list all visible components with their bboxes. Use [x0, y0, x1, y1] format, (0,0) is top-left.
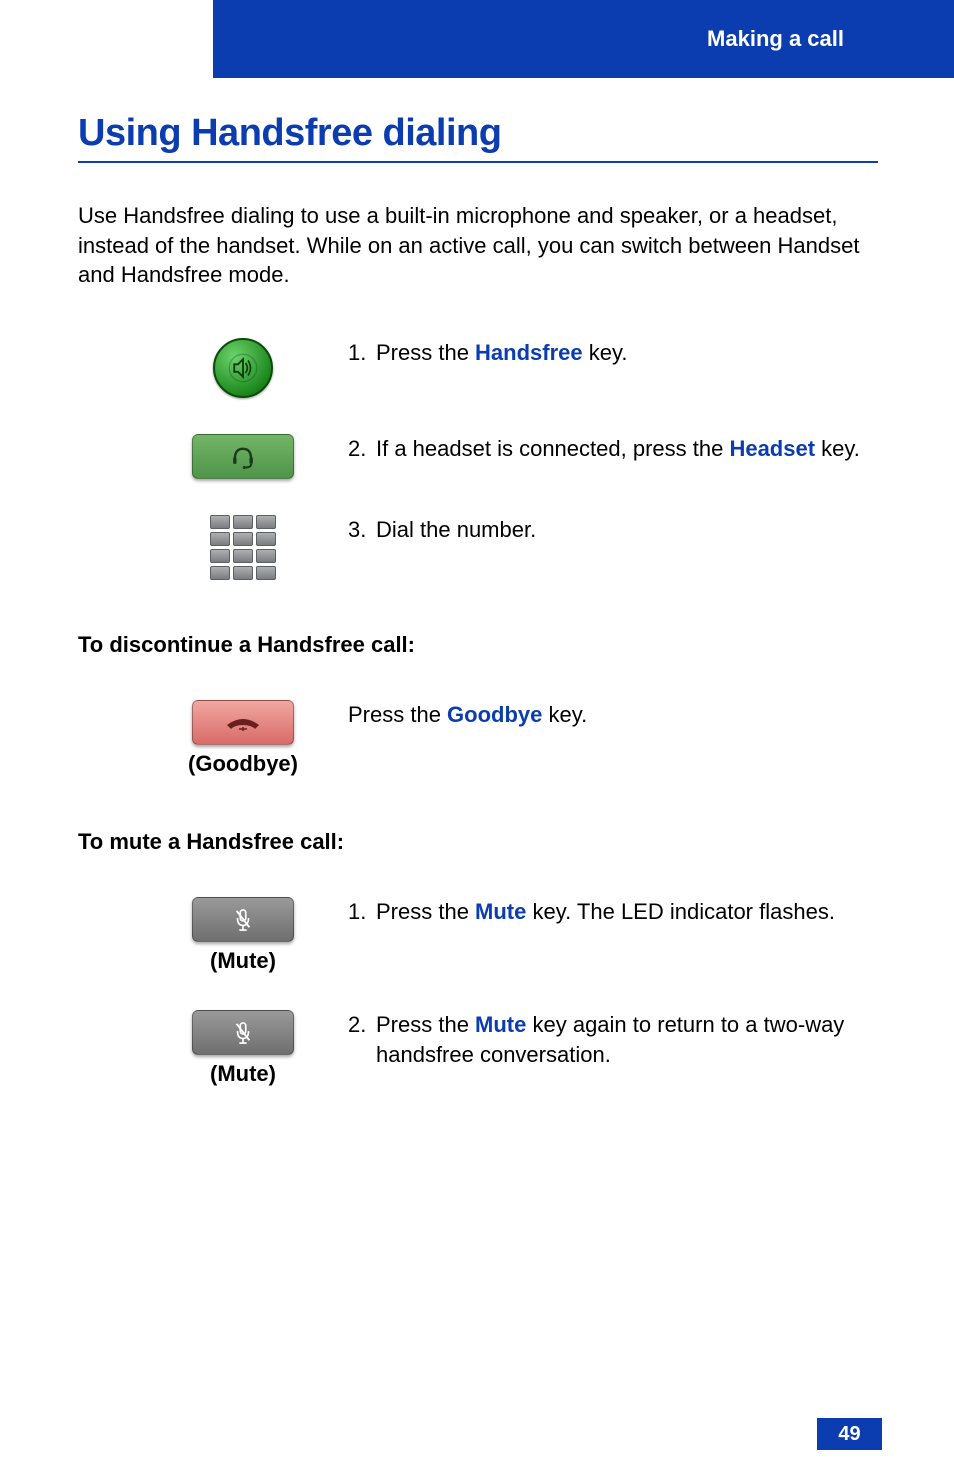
- step-row: 2. If a headset is connected, press the …: [78, 434, 878, 479]
- step-text-col: 2. If a headset is connected, press the …: [348, 434, 878, 464]
- step-row: 3. Dial the number.: [78, 515, 878, 580]
- mute-icon: [232, 1020, 254, 1046]
- step-row: (Goodbye) Press the Goodbye key.: [78, 700, 878, 777]
- page-number: 49: [817, 1418, 882, 1450]
- step-text: Press the Mute key again to return to a …: [376, 1010, 878, 1069]
- step-number: 1.: [348, 338, 376, 368]
- step-text: Press the Goodbye key.: [348, 700, 878, 730]
- keypad-key: [233, 532, 253, 546]
- page-title: Using Handsfree dialing: [78, 112, 878, 163]
- step-pre: Press the: [348, 702, 447, 727]
- icon-column: [78, 515, 348, 580]
- step-text: Dial the number.: [376, 515, 878, 545]
- step-text-col: 1. Press the Handsfree key.: [348, 338, 878, 368]
- step-key: Mute: [475, 1012, 526, 1037]
- step-text: Press the Handsfree key.: [376, 338, 878, 368]
- step-key: Headset: [729, 436, 815, 461]
- keypad-key: [210, 549, 230, 563]
- mute-caption: (Mute): [210, 948, 276, 974]
- icon-column: [78, 434, 348, 479]
- intro-text: Use Handsfree dialing to use a built-in …: [78, 201, 878, 290]
- keypad-key: [233, 549, 253, 563]
- header-bar: Making a call: [213, 0, 954, 78]
- icon-column: (Goodbye): [78, 700, 348, 777]
- step-post: key.: [542, 702, 587, 727]
- icon-column: (Mute): [78, 897, 348, 974]
- step-key: Goodbye: [447, 702, 542, 727]
- mute-key-icon: [192, 1010, 294, 1055]
- step-pre: If a headset is connected, press the: [376, 436, 729, 461]
- keypad-key: [233, 566, 253, 580]
- goodbye-key-icon: [192, 700, 294, 745]
- keypad-key: [256, 515, 276, 529]
- icon-column: [78, 338, 348, 398]
- step-key: Mute: [475, 899, 526, 924]
- speaker-icon: [228, 353, 258, 383]
- step-number: 1.: [348, 897, 376, 927]
- step-row: (Mute) 2. Press the Mute key again to re…: [78, 1010, 878, 1087]
- step-text-col: Press the Goodbye key.: [348, 700, 878, 730]
- mute-icon: [232, 907, 254, 933]
- keypad-key: [210, 566, 230, 580]
- keypad-key: [256, 549, 276, 563]
- keypad-icon: [210, 515, 276, 580]
- keypad-key: [256, 566, 276, 580]
- step-text-col: 1. Press the Mute key. The LED indicator…: [348, 897, 878, 927]
- step-text: If a headset is connected, press the Hea…: [376, 434, 878, 464]
- discontinue-heading: To discontinue a Handsfree call:: [78, 632, 878, 658]
- mute-heading: To mute a Handsfree call:: [78, 829, 878, 855]
- goodbye-caption: (Goodbye): [188, 751, 298, 777]
- keypad-key: [210, 532, 230, 546]
- step-pre: Dial the number.: [376, 517, 536, 542]
- step-row: (Mute) 1. Press the Mute key. The LED in…: [78, 897, 878, 974]
- step-row: 1. Press the Handsfree key.: [78, 338, 878, 398]
- step-text-col: 3. Dial the number.: [348, 515, 878, 545]
- step-number: 3.: [348, 515, 376, 545]
- keypad-key: [233, 515, 253, 529]
- step-key: Handsfree: [475, 340, 583, 365]
- step-post: key. The LED indicator flashes.: [526, 899, 835, 924]
- keypad-key: [256, 532, 276, 546]
- keypad-key: [210, 515, 230, 529]
- step-post: key.: [583, 340, 628, 365]
- content-area: Using Handsfree dialing Use Handsfree di…: [78, 112, 878, 1123]
- mute-caption: (Mute): [210, 1061, 276, 1087]
- headset-icon: [229, 443, 257, 471]
- step-pre: Press the: [376, 1012, 475, 1037]
- page: Making a call Using Handsfree dialing Us…: [0, 0, 954, 1475]
- step-pre: Press the: [376, 340, 475, 365]
- header-section: Making a call: [707, 26, 844, 52]
- handset-down-icon: [221, 711, 265, 735]
- step-pre: Press the: [376, 899, 475, 924]
- step-text: Press the Mute key. The LED indicator fl…: [376, 897, 878, 927]
- headset-key-icon: [192, 434, 294, 479]
- handsfree-key-icon: [213, 338, 273, 398]
- step-number: 2.: [348, 434, 376, 464]
- mute-key-icon: [192, 897, 294, 942]
- step-post: key.: [815, 436, 860, 461]
- step-text-col: 2. Press the Mute key again to return to…: [348, 1010, 878, 1069]
- icon-column: (Mute): [78, 1010, 348, 1087]
- step-number: 2.: [348, 1010, 376, 1069]
